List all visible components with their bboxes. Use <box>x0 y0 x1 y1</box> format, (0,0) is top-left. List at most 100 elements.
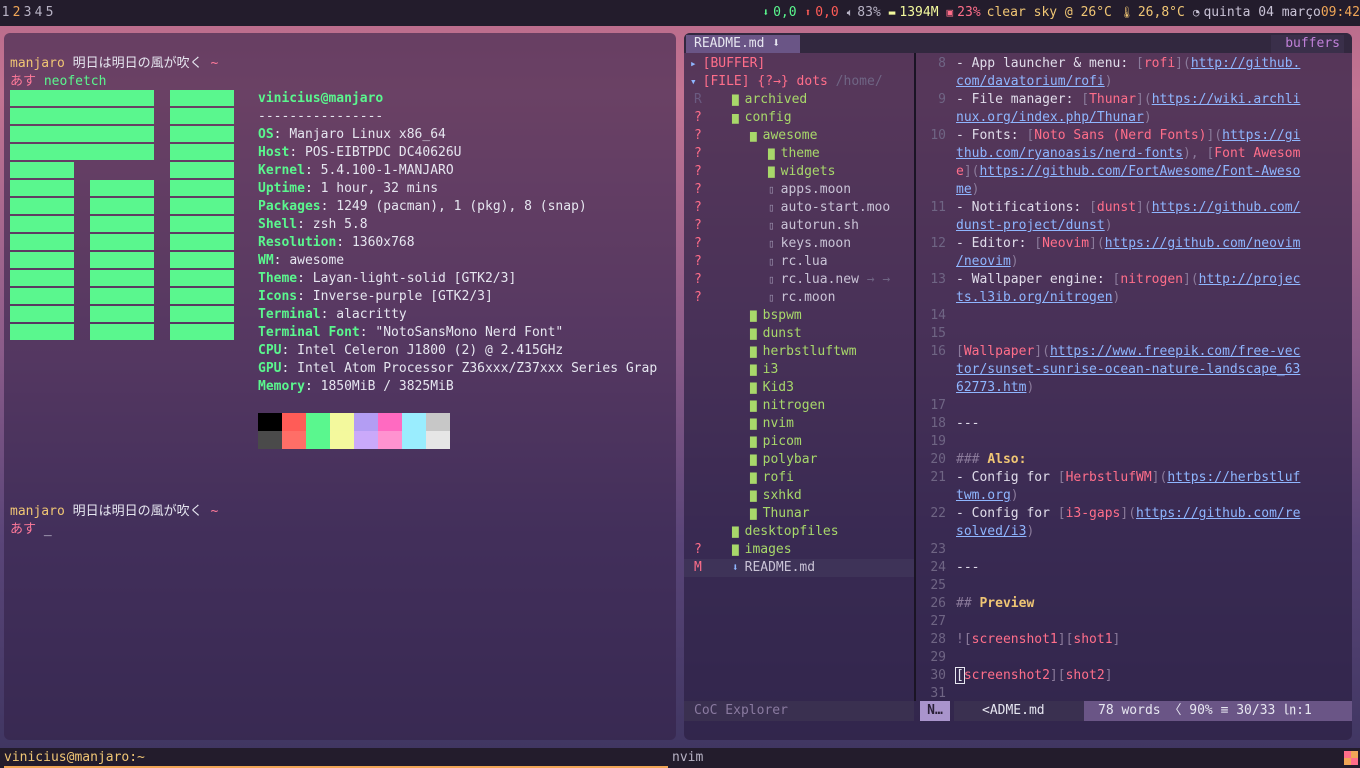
editor-line[interactable]: - Editor: [Neovim](https://github.com/ne… <box>956 235 1352 253</box>
editor-line[interactable]: - Fonts: [Noto Sans (Nerd Fonts)](https:… <box>956 127 1352 145</box>
color-palette <box>258 413 450 449</box>
editor-pane[interactable]: 8 - App launcher & menu: [rofi](http://gi… <box>916 53 1352 701</box>
editor-line[interactable]: me) <box>956 181 1352 199</box>
explorer-item[interactable]: ? ▆ config <box>684 109 914 127</box>
editor-line[interactable]: 62773.htm) <box>956 379 1352 397</box>
chevron-right-icon: ▸ <box>690 57 697 70</box>
top-bar: 12345 ⬇ 0,0 ⬆ 0,0 🔈︎ 83% ▬ 1394M ▣ 23% clear … <box>0 0 1360 26</box>
layout-icon[interactable] <box>1344 751 1358 765</box>
info-row: Resolution: 1360x768 <box>258 235 415 250</box>
nvim-window[interactable]: README.md ⬇ buffers ▸ [BUFFER] ▾ [FILE] {?→… <box>684 33 1352 740</box>
palette-swatch <box>378 413 402 431</box>
tab-readme[interactable]: README.md ⬇ <box>686 35 800 53</box>
editor-line[interactable]: e](https://github.com/FortAwesome/Font-A… <box>956 163 1352 181</box>
editor-line[interactable]: [Wallpaper](https://www.freepik.com/free… <box>956 343 1352 361</box>
explorer-item[interactable]: ▸ [BUFFER] <box>684 55 914 73</box>
explorer-item[interactable]: ? ▇ widgets <box>684 163 914 181</box>
palette-swatch <box>258 413 282 431</box>
explorer-item[interactable]: ▇ desktopfiles <box>684 523 914 541</box>
workspace-tag-4[interactable]: 4 <box>33 0 44 26</box>
info-row: WM: awesome <box>258 253 345 268</box>
user-host: vinicius@manjaro <box>258 91 384 106</box>
explorer-item[interactable]: ▇ Kid3 <box>684 379 914 397</box>
explorer-item[interactable]: M ⬇ README.md <box>684 559 914 577</box>
net-down-widget: ⬇ 0,0 <box>762 0 796 26</box>
editor-line[interactable]: solved/i3) <box>956 523 1352 541</box>
editor-line[interactable]: ### Also: <box>956 451 1352 469</box>
info-row: Theme: Layan-light-solid [GTK2/3] <box>258 271 517 286</box>
editor-line[interactable]: com/davatorium/rofi) <box>956 73 1352 91</box>
git-status: ? <box>694 218 702 233</box>
workspace-tag-1[interactable]: 1 <box>0 0 11 26</box>
editor-line[interactable]: ## Preview <box>956 595 1352 613</box>
explorer-item[interactable]: ▇ i3 <box>684 361 914 379</box>
info-row: Terminal Font: "NotoSansMono Nerd Font" <box>258 325 564 340</box>
file-icon: ▯ <box>768 273 775 286</box>
explorer-item[interactable]: R ▇ archived <box>684 91 914 109</box>
workspace-tags: 12345 <box>0 0 55 26</box>
editor-line[interactable]: dunst-project/dunst) <box>956 217 1352 235</box>
explorer-item[interactable]: ? ▇ images <box>684 541 914 559</box>
editor-line[interactable]: ts.l3ib.org/nitrogen) <box>956 289 1352 307</box>
editor-line[interactable]: [screenshot2][shot2] <box>955 667 1352 685</box>
folder-open-icon: ▆ <box>732 111 739 124</box>
explorer-item[interactable]: ? ▯ autorun.sh <box>684 217 914 235</box>
explorer-item[interactable]: ? ▯ keys.moon <box>684 235 914 253</box>
editor-line[interactable]: nux.org/index.php/Thunar) <box>956 109 1352 127</box>
prompt-line-2: manjaro 明日は明日の風が吹く ~ あす _ <box>10 504 219 537</box>
explorer-item[interactable]: ▇ nvim <box>684 415 914 433</box>
folder-icon: ▇ <box>750 507 757 520</box>
editor-line[interactable]: - File manager: [Thunar](https://wiki.ar… <box>956 91 1352 109</box>
explorer-item[interactable]: ▇ herbstluftwm <box>684 343 914 361</box>
terminal-cursor: _ <box>43 522 52 537</box>
task-terminal[interactable]: vinicius@manjaro:~ <box>4 748 668 768</box>
palette-swatch <box>378 431 402 449</box>
explorer-item[interactable]: ▇ picom <box>684 433 914 451</box>
explorer-item[interactable]: ? ▯ rc.lua <box>684 253 914 271</box>
date-widget: ◔ quinta 04 março <box>1193 0 1321 26</box>
workspace-tag-2[interactable]: 2 <box>11 0 22 26</box>
editor-line[interactable]: tor/sunset-sunrise-ocean-nature-landscap… <box>956 361 1352 379</box>
folder-icon: ▇ <box>750 381 757 394</box>
workspace-tag-3[interactable]: 3 <box>22 0 33 26</box>
explorer-item[interactable]: ▇ nitrogen <box>684 397 914 415</box>
line-number: 21 <box>930 470 946 485</box>
file-icon: ▯ <box>768 255 775 268</box>
explorer-item[interactable]: ? ▯ rc.moon <box>684 289 914 307</box>
folder-icon: ▇ <box>750 417 757 430</box>
workspace-tag-5[interactable]: 5 <box>44 0 55 26</box>
editor-line[interactable]: - Config for [HerbstlufWM](https://herbs… <box>956 469 1352 487</box>
editor-line[interactable]: twm.org) <box>956 487 1352 505</box>
folder-icon: ▇ <box>750 309 757 322</box>
coc-explorer[interactable]: ▸ [BUFFER] ▾ [FILE] {?→} dots /home/R ▇ archi… <box>684 53 914 701</box>
editor-line[interactable]: --- <box>956 559 1352 577</box>
explorer-item[interactable]: ▇ bspwm <box>684 307 914 325</box>
explorer-item[interactable]: ? ▯ apps.moon <box>684 181 914 199</box>
editor-line[interactable]: - App launcher & menu: [rofi](http://git… <box>956 55 1352 73</box>
line-number: 13 <box>930 272 946 287</box>
editor-line[interactable]: - Config for [i3-gaps](https://github.co… <box>956 505 1352 523</box>
editor-line[interactable]: ![screenshot1][shot1] <box>956 631 1352 649</box>
editor-line[interactable]: /neovim) <box>956 253 1352 271</box>
task-nvim[interactable]: nvim <box>672 748 1332 768</box>
markdown-icon: ⬇ <box>732 561 739 574</box>
explorer-item[interactable]: ▇ rofi <box>684 469 914 487</box>
palette-swatch <box>426 431 450 449</box>
info-row: Host: POS-EIBTPDC DC40626U <box>258 145 462 160</box>
explorer-item[interactable]: ▇ dunst <box>684 325 914 343</box>
explorer-item[interactable]: ▾ [FILE] {?→} dots /home/ <box>684 73 914 91</box>
explorer-item[interactable]: ▇ sxhkd <box>684 487 914 505</box>
file-icon: ▯ <box>768 219 775 232</box>
editor-line[interactable]: thub.com/ryanoasis/nerd-fonts), [Font Aw… <box>956 145 1352 163</box>
editor-line[interactable]: - Notifications: [dunst](https://github.… <box>956 199 1352 217</box>
editor-line[interactable]: - Wallpaper engine: [nitrogen](http://pr… <box>956 271 1352 289</box>
editor-line[interactable]: --- <box>956 415 1352 433</box>
explorer-item[interactable]: ? ▯ rc.lua.new → → <box>684 271 914 289</box>
explorer-item[interactable]: ? ▯ auto-start.moo <box>684 199 914 217</box>
volume-widget[interactable]: 🔈︎ 83% <box>847 0 881 26</box>
explorer-item[interactable]: ▇ polybar <box>684 451 914 469</box>
explorer-item[interactable]: ? ▆ awesome <box>684 127 914 145</box>
explorer-item[interactable]: ? ▇ theme <box>684 145 914 163</box>
info-row: GPU: Intel Atom Processor Z36xxx/Z37xxx … <box>258 361 658 376</box>
explorer-item[interactable]: ▇ Thunar <box>684 505 914 523</box>
